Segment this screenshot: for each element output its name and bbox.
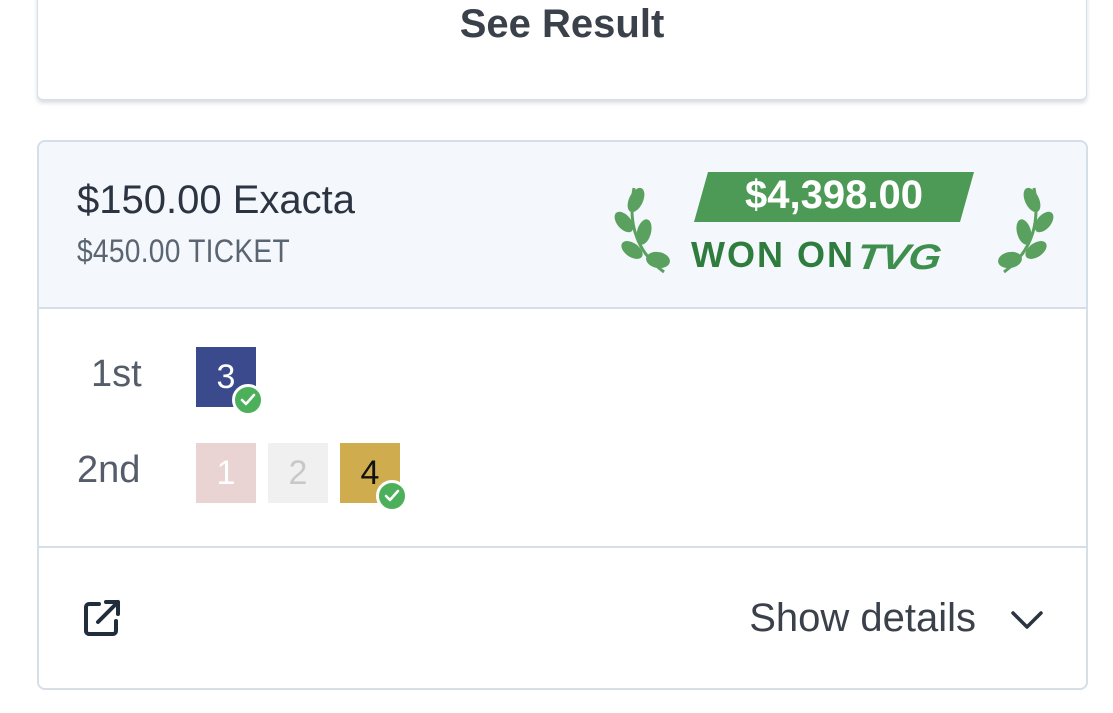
position-label: 1st <box>91 353 142 395</box>
footer-divider <box>39 546 1086 548</box>
finish-row-2nd: 2nd 1 2 4 <box>39 443 1086 513</box>
see-result-card[interactable]: See Result <box>37 0 1087 100</box>
see-result-button[interactable]: See Result <box>38 2 1086 47</box>
bet-card: $150.00 Exacta $450.00 TICKET $4,398.00 … <box>37 140 1088 690</box>
laurel-left-icon <box>614 187 670 274</box>
win-amount: $4,398.00 <box>745 173 923 217</box>
finish-row-1st: 1st 3 <box>39 347 1086 417</box>
won-on-label: WON ON <box>691 234 855 275</box>
runner-2: 2 <box>268 443 328 503</box>
laurel-right-icon <box>998 187 1054 274</box>
bet-header: $150.00 Exacta $450.00 TICKET $4,398.00 … <box>39 142 1086 309</box>
check-icon <box>232 384 264 416</box>
external-link-icon[interactable] <box>82 598 122 638</box>
check-icon <box>376 480 408 512</box>
tvg-logo: TVG <box>854 236 944 277</box>
chevron-down-icon[interactable] <box>1009 608 1045 632</box>
position-label: 2nd <box>77 449 141 491</box>
ticket-amount: $450.00 TICKET <box>77 233 290 269</box>
show-details-button[interactable]: Show details <box>749 596 976 641</box>
runner-1: 1 <box>196 443 256 503</box>
win-badge: $4,398.00 WON ON TVG <box>614 172 1054 282</box>
bet-title: $150.00 Exacta <box>77 178 355 222</box>
